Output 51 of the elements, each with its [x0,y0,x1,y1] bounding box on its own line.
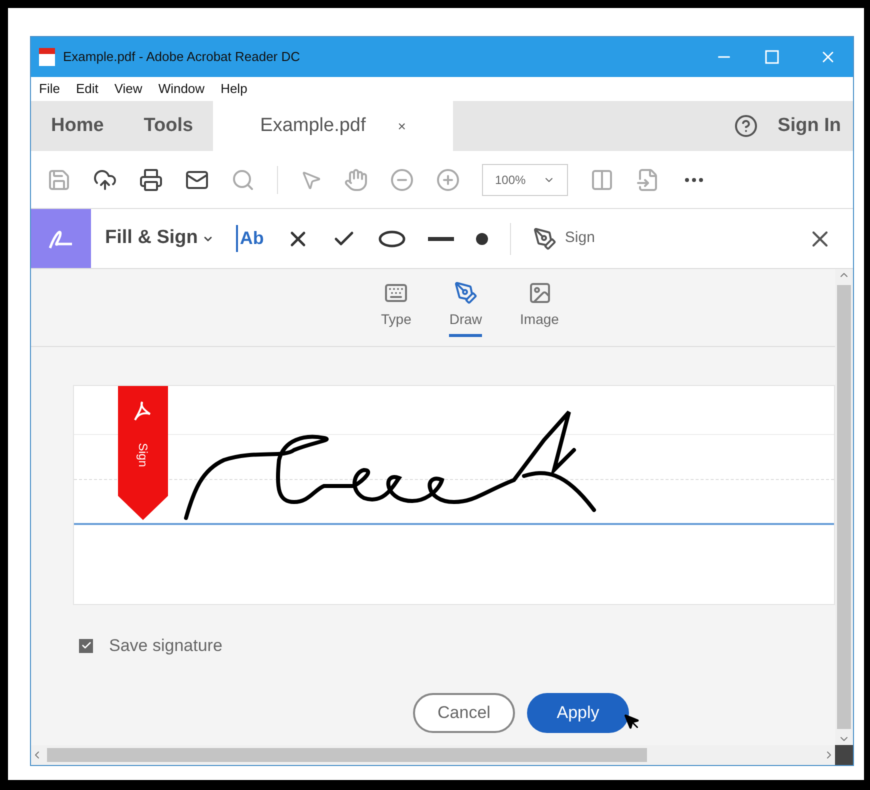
save-icon[interactable] [47,168,71,192]
mouse-cursor-icon [623,713,641,731]
horizontal-scrollbar[interactable] [31,745,853,765]
sign-tool[interactable]: Sign [532,226,595,250]
signature-pen-icon [48,228,74,250]
checkbox[interactable] [79,638,93,653]
flag-label: Sign [135,442,151,468]
dot-tool-icon[interactable] [476,232,488,244]
printer-icon[interactable] [139,168,163,192]
vertical-scrollbar[interactable] [835,269,853,745]
zoom-out-icon[interactable] [390,168,414,192]
tab[interactable]: Tools [124,101,214,151]
line-tool-icon[interactable] [428,236,454,240]
cancel-button[interactable]: Cancel [413,693,515,733]
pen-icon [454,281,478,305]
menu-item[interactable]: Help [220,79,248,99]
fill-sign-menu[interactable]: Fill & Sign [105,224,214,253]
apply-button[interactable]: Apply [527,693,629,733]
tab[interactable]: Home [31,101,124,151]
tab[interactable]: Example.pdf × [213,101,454,151]
fill-sign-badge[interactable] [31,209,91,268]
pointer-icon[interactable] [300,168,322,190]
checkbox-label: Save signature [109,635,222,657]
cloud-upload-icon[interactable] [93,168,117,192]
image-icon [528,281,552,305]
window-title: Example.pdf - Adobe Acrobat Reader DC [63,48,302,66]
page-icon[interactable] [636,168,660,192]
menu-item[interactable]: File [39,79,60,99]
zoom-dropdown[interactable]: 100% [482,164,568,196]
pdf-file-icon [39,48,55,66]
sign-in-link[interactable]: Sign In [778,112,841,140]
check-icon [80,640,92,652]
page-fit-icon[interactable] [590,168,614,192]
zoom-in-icon[interactable] [436,168,460,192]
signature-tab[interactable]: Type [381,281,412,337]
keyboard-icon [384,281,408,305]
help-icon[interactable] [734,114,758,138]
scrollbar-corner [835,745,853,765]
signature-pad[interactable]: Sign [73,385,835,605]
signature-tab[interactable]: Image [520,281,559,337]
menu-item[interactable]: Window [158,79,205,99]
tab-close[interactable]: × [398,116,406,136]
menu-item[interactable]: View [114,79,142,99]
hand-icon[interactable] [344,168,368,192]
maximize-icon[interactable] [765,50,779,64]
ellipse-tool-icon[interactable] [378,230,406,248]
text-tool[interactable]: Ab [236,225,264,252]
menu-item[interactable]: Edit [76,79,98,99]
pen-icon [532,226,557,250]
signature-tab[interactable]: Draw [449,281,482,337]
search-icon[interactable] [231,168,255,192]
